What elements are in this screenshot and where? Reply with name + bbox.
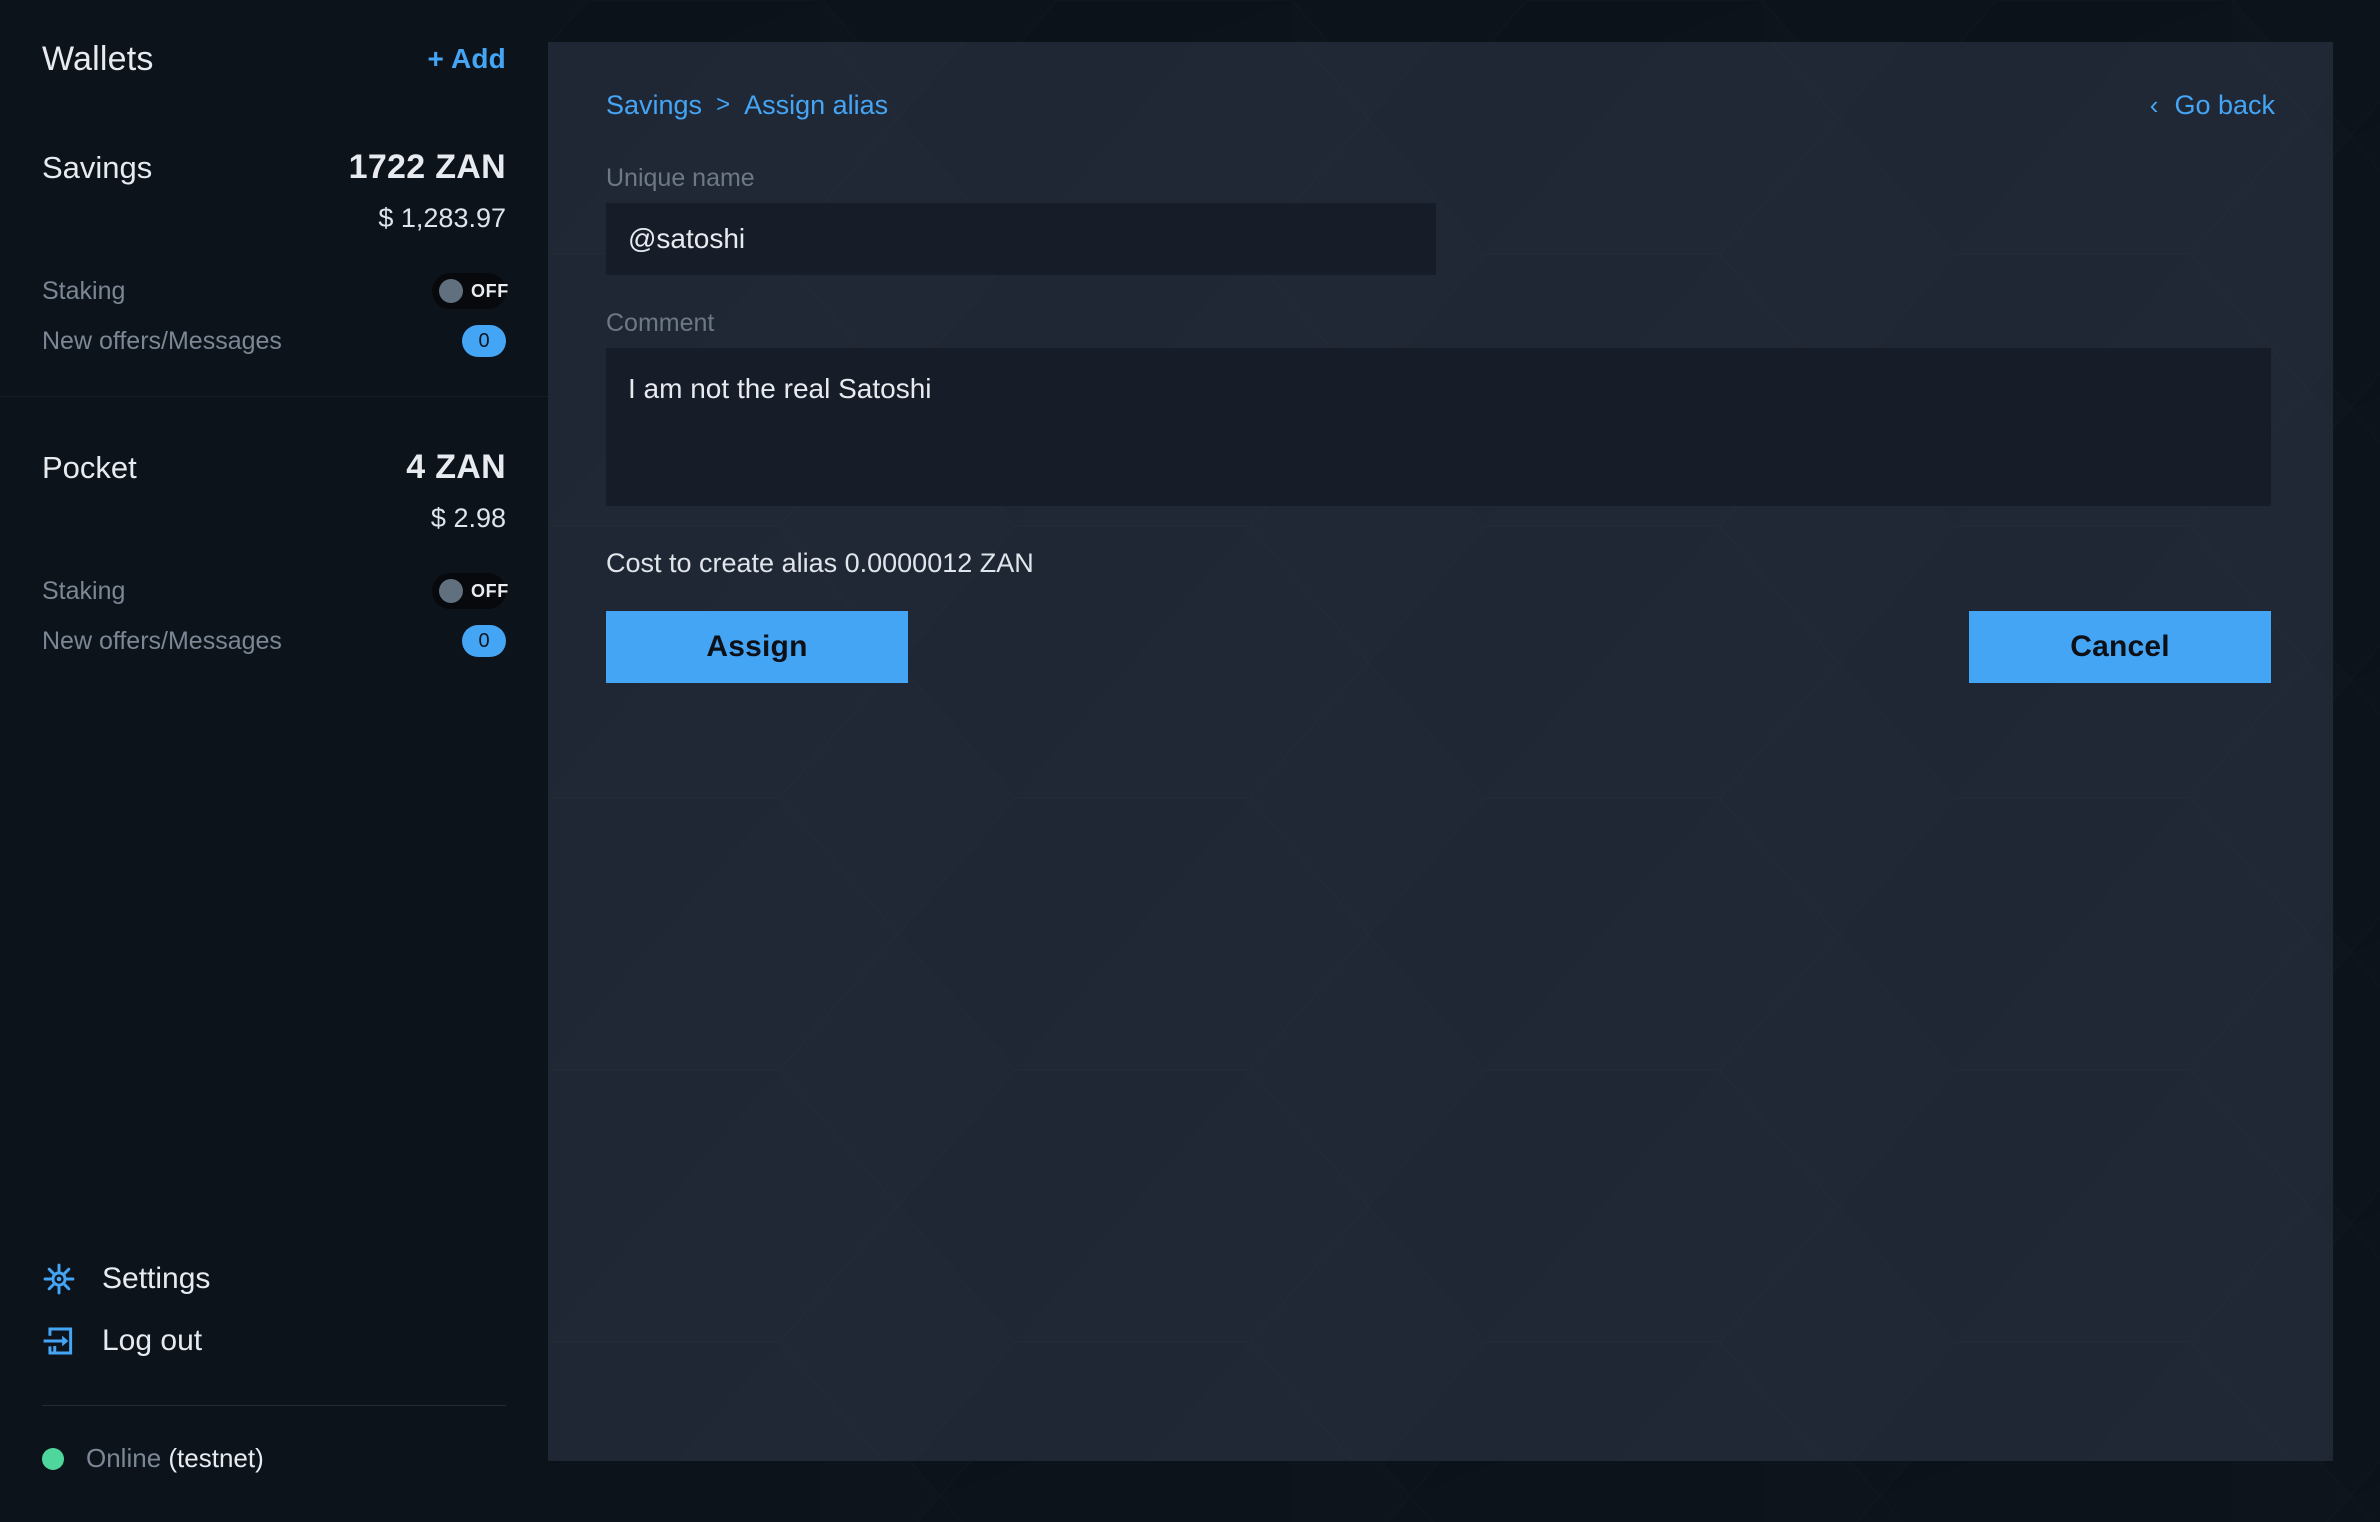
wallet-summary: Savings 1722 ZAN: [42, 148, 506, 187]
staking-row: Staking OFF: [42, 272, 509, 310]
gear-icon: [42, 1262, 76, 1296]
assign-button[interactable]: Assign: [606, 611, 908, 683]
app-root: Wallets + Add Savings 1722 ZAN $ 1,283.9…: [0, 0, 2380, 1522]
add-wallet-button[interactable]: + Add: [427, 43, 506, 75]
wallet-fiat-balance: $ 1,283.97: [378, 203, 506, 233]
wallet-card-pocket[interactable]: Pocket 4 ZAN $ 2.98 Staking OFF New offe…: [0, 396, 548, 696]
wallet-fiat-balance: $ 2.98: [430, 503, 506, 533]
go-back-label: Go back: [2174, 89, 2275, 120]
online-indicator-icon: [42, 1447, 64, 1470]
comment-textarea[interactable]: I am not the real Satoshi: [606, 348, 2271, 506]
sidebar-item-settings[interactable]: Settings: [42, 1248, 506, 1310]
comment-label: Comment: [606, 309, 715, 337]
staking-toggle[interactable]: OFF: [432, 573, 509, 609]
wallet-card-savings[interactable]: Savings 1722 ZAN $ 1,283.97 Staking OFF …: [42, 96, 509, 396]
sidebar-footer: Settings Log out Online (testnet): [42, 1248, 506, 1474]
logout-icon: [42, 1324, 76, 1358]
breadcrumb-current: Assign alias: [744, 89, 889, 120]
breadcrumb-parent[interactable]: Savings: [606, 90, 702, 121]
wallet-balance: 4 ZAN: [406, 448, 506, 486]
sidebar-item-label: Log out: [102, 1324, 203, 1357]
cancel-button[interactable]: Cancel: [1969, 611, 2271, 683]
status-text: Online (testnet): [86, 1443, 264, 1474]
wallet-summary: Pocket 4 ZAN: [42, 448, 506, 487]
staking-label: Staking: [42, 576, 126, 605]
messages-label: New offers/Messages: [42, 326, 282, 355]
unique-name-label: Unique name: [606, 164, 755, 192]
chevron-left-icon: ‹: [2149, 90, 2159, 120]
main-header: Savings > Assign alias ‹ Go back: [606, 80, 2275, 130]
toggle-knob: [439, 279, 463, 303]
messages-row: New offers/Messages 0: [42, 622, 506, 660]
wallet-balance: 1722 ZAN: [348, 148, 506, 186]
wallet-name: Pocket: [42, 450, 137, 485]
sidebar: Wallets + Add Savings 1722 ZAN $ 1,283.9…: [0, 0, 548, 1522]
messages-badge[interactable]: 0: [462, 325, 506, 357]
messages-badge[interactable]: 0: [462, 625, 506, 657]
comment-value: I am not the real Satoshi: [628, 373, 932, 404]
sidebar-header: Wallets + Add: [42, 0, 506, 96]
chevron-right-icon: >: [716, 91, 731, 118]
toggle-knob: [439, 579, 463, 603]
messages-label: New offers/Messages: [42, 626, 282, 655]
page-title: Wallets: [42, 39, 154, 78]
messages-row: New offers/Messages 0: [42, 322, 506, 360]
action-buttons: Assign Cancel: [606, 611, 2271, 683]
staking-label: Staking: [42, 276, 126, 305]
breadcrumb: Savings > Assign alias: [606, 90, 888, 121]
sidebar-item-label: Settings: [102, 1262, 211, 1295]
main-panel: Savings > Assign alias ‹ Go back Unique …: [548, 42, 2333, 1461]
unique-name-field-group: Unique name @satoshi: [606, 164, 2275, 275]
go-back-button[interactable]: ‹ Go back: [2150, 90, 2275, 121]
comment-field-group: Comment I am not the real Satoshi: [606, 309, 2275, 506]
wallet-name: Savings: [42, 150, 153, 185]
divider: [42, 1405, 506, 1406]
toggle-state-label: OFF: [471, 580, 509, 601]
status-network: (testnet): [168, 1443, 264, 1473]
alias-cost-text: Cost to create alias 0.0000012 ZAN: [606, 548, 1034, 578]
toggle-state-label: OFF: [471, 280, 509, 301]
status-badge: Online (testnet): [42, 1443, 506, 1474]
sidebar-item-logout[interactable]: Log out: [42, 1310, 506, 1372]
unique-name-value: @satoshi: [628, 223, 746, 254]
status-state: Online: [86, 1443, 162, 1473]
staking-row: Staking OFF: [42, 572, 509, 610]
staking-toggle[interactable]: OFF: [432, 273, 509, 309]
unique-name-input[interactable]: @satoshi: [606, 203, 1436, 275]
